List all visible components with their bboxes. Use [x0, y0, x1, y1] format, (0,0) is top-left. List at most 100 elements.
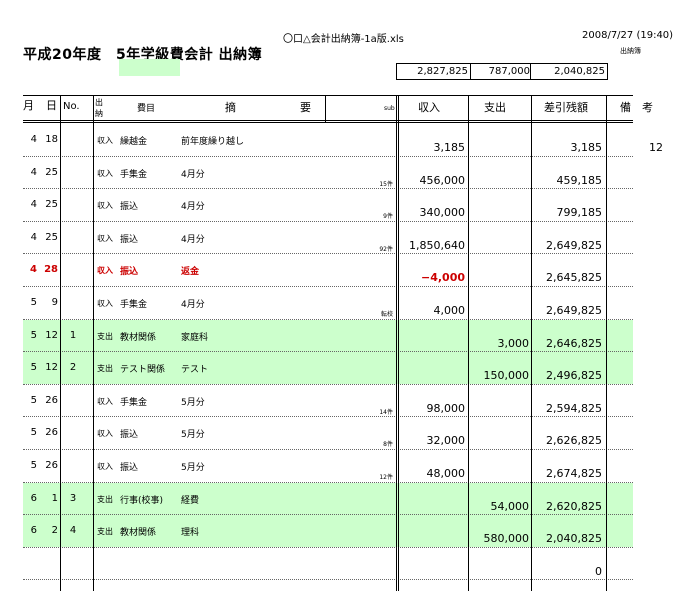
row-description: 4月分 [181, 202, 205, 212]
table-row: 4 18 収入 繰越金 前年度繰り越し 3,185 3,185 12 [23, 124, 663, 156]
row-month: 5 [30, 395, 37, 406]
row-income: 456,000 [419, 174, 466, 187]
row-no: 3 [69, 493, 77, 504]
row-type: 収入 [97, 234, 113, 243]
row-note: 12 [649, 141, 663, 154]
header-bottom-line [23, 120, 633, 121]
row-balance: 2,674,825 [546, 467, 602, 480]
row-balance: 2,496,825 [546, 369, 602, 382]
table-row: 5 12 1 支出 教材関係 家庭科 3,000 2,646,825 [23, 320, 633, 352]
row-category: テスト関係 [120, 365, 166, 375]
col-balance: 差引残額 [544, 101, 588, 114]
row-expense: 150,000 [483, 369, 530, 382]
row-income: 98,000 [426, 402, 466, 415]
row-description: 経費 [181, 496, 200, 506]
row-sub: 12件 [379, 474, 393, 481]
table-row: 4 25 収入 振込 4月分 9件 340,000 799,185 [23, 189, 633, 221]
row-description: 理科 [181, 528, 200, 538]
row-income: 1,850,640 [409, 239, 465, 252]
row-balance: 2,626,825 [546, 434, 602, 447]
row-category: 教材関係 [120, 333, 157, 343]
row-category: 教材関係 [120, 528, 157, 538]
row-category: 行事(校事) [120, 496, 164, 506]
row-description: 返金 [181, 267, 200, 277]
row-category: 振込 [120, 267, 139, 277]
col-income: 収入 [418, 101, 440, 114]
row-day: 1 [51, 493, 58, 504]
row-category: 振込 [120, 235, 139, 245]
row-month: 5 [30, 460, 37, 471]
row-month: 4 [30, 134, 37, 145]
row-description: 5月分 [181, 398, 205, 408]
table-row: 5 26 収入 手集金 5月分 14件 98,000 2,594,825 [23, 385, 633, 417]
table-row: 5 12 2 支出 テスト関係 テスト 150,000 2,496,825 [23, 352, 633, 384]
row-type: 収入 [97, 266, 113, 275]
col-month: 月 [23, 99, 34, 112]
row-description: 家庭科 [181, 333, 209, 343]
row-month: 4 [30, 167, 37, 178]
grid-vline [93, 96, 94, 591]
row-sub: 転校 [380, 311, 393, 318]
table-row: 5 9 収入 手集金 4月分 転校 4,000 2,649,825 [23, 287, 633, 319]
row-expense: 3,000 [497, 337, 530, 350]
row-type: 支出 [97, 495, 113, 504]
row-day: 12 [45, 330, 58, 341]
header-bottom-line-2 [23, 122, 633, 123]
row-month: 5 [30, 330, 37, 341]
row-balance: 2,649,825 [546, 304, 602, 317]
row-no: 2 [69, 362, 77, 373]
col-type-2: 納 [95, 109, 103, 118]
row-category: 振込 [120, 202, 139, 212]
row-description: 4月分 [181, 170, 205, 180]
col-no: No. [63, 101, 80, 112]
row-separator [23, 579, 633, 580]
row-day: 2 [51, 525, 58, 536]
row-type: 支出 [97, 332, 113, 341]
table-row: 5 26 収入 振込 5月分 8件 32,000 2,626,825 [23, 417, 633, 449]
table-row: 6 2 4 支出 教材関係 理科 580,000 2,040,825 [23, 515, 633, 547]
row-sub: 9件 [383, 213, 393, 220]
row-day: 25 [45, 167, 58, 178]
grid-vline [396, 96, 397, 591]
row-type: 収入 [97, 299, 113, 308]
row-month: 4 [30, 264, 37, 275]
row-balance: 3,185 [570, 141, 603, 154]
row-day: 18 [45, 134, 58, 145]
row-balance: 2,646,825 [546, 337, 602, 350]
row-type: 収入 [97, 169, 113, 178]
header-top-line [23, 95, 633, 96]
row-day: 26 [45, 427, 58, 438]
row-sub: 92件 [379, 246, 393, 253]
table-row: 0 [23, 548, 633, 580]
row-description: 5月分 [181, 463, 205, 473]
row-balance: 799,185 [556, 206, 603, 219]
row-description: テスト [181, 365, 209, 375]
row-category: 振込 [120, 463, 139, 473]
col-note: 備 考 [620, 101, 653, 114]
row-day: 28 [44, 264, 58, 275]
row-category: 手集金 [120, 398, 148, 408]
row-income: 48,000 [426, 467, 466, 480]
table-row: 4 25 収入 振込 4月分 92件 1,850,640 2,649,825 [23, 222, 633, 254]
col-expense: 支出 [484, 101, 506, 114]
grid-vline [606, 96, 607, 591]
row-sub: 8件 [383, 441, 393, 448]
row-income: 4,000 [433, 304, 466, 317]
col-day: 日 [46, 99, 57, 112]
row-description: 前年度繰り越し [181, 137, 245, 147]
row-sub: 15件 [379, 181, 393, 188]
row-type: 収入 [97, 201, 113, 210]
row-description: 5月分 [181, 430, 205, 440]
grid-vline [60, 96, 61, 591]
table-row: 6 1 3 支出 行事(校事) 経費 54,000 2,620,825 [23, 483, 633, 515]
row-month: 5 [30, 297, 37, 308]
col-desc-1: 摘 [225, 101, 236, 114]
col-category: 費目 [137, 104, 156, 114]
row-month: 5 [30, 362, 37, 373]
row-balance: 2,645,825 [546, 271, 602, 284]
col-sub: sub [384, 105, 395, 112]
grid-vline [398, 96, 399, 591]
row-no: 1 [69, 330, 77, 341]
row-balance: 2,594,825 [546, 402, 602, 415]
row-type: 収入 [97, 397, 113, 406]
